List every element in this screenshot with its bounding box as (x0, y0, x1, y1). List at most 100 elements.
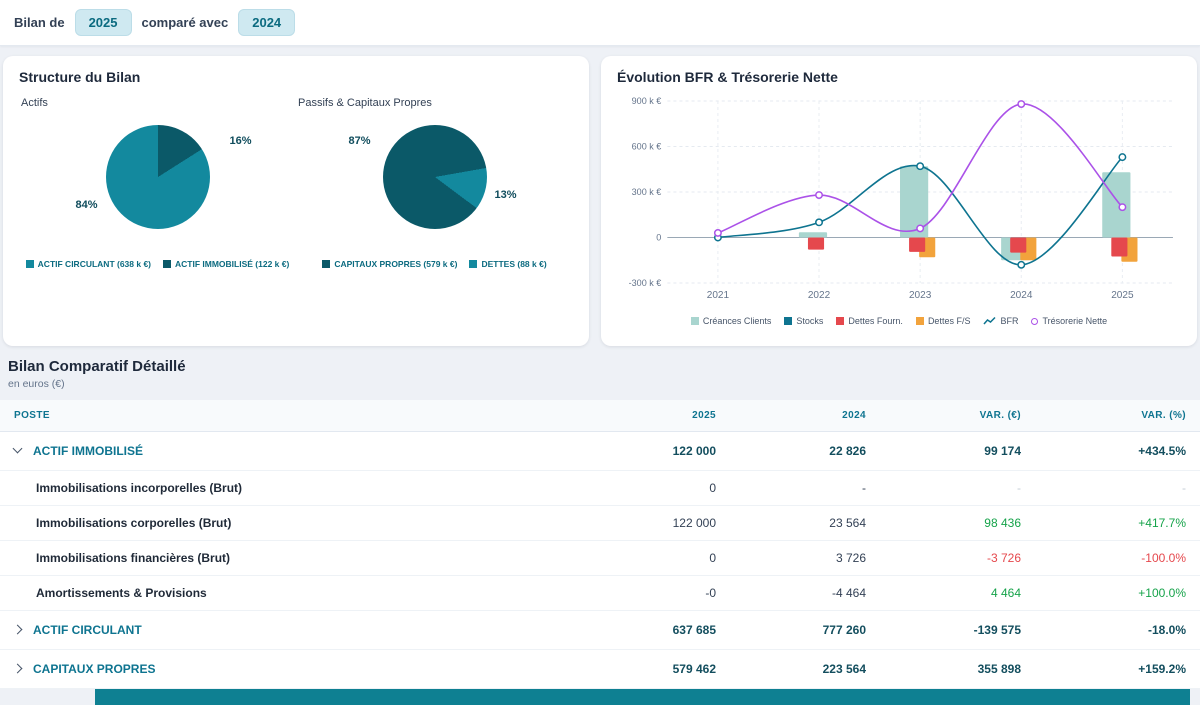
cell-poste: Immobilisations corporelles (Brut) (0, 506, 570, 541)
bilan-comparatif-section: Bilan Comparatif Détaillé en euros (€) P… (0, 358, 1200, 705)
pie-chart-actifs[interactable] (106, 125, 210, 229)
poste-label: ACTIF CIRCULANT (33, 623, 142, 637)
pie-legend-actifs: ACTIF CIRCULANT (638 k €) ACTIF IMMOBILIS… (19, 259, 296, 269)
cell-poste[interactable]: ACTIF IMMOBILISÉ (0, 432, 570, 471)
cards-row: Structure du Bilan Actifs 84%16% ACTIF C… (0, 46, 1200, 346)
header-2025: 2025 (570, 400, 730, 432)
cell-poste[interactable]: CAPITAUX PROPRES (0, 650, 570, 689)
cell-var-eur: 99 174 (880, 432, 1035, 471)
cell-var-pct: -100.0% (1035, 541, 1200, 576)
cell-var-eur: -3 726 (880, 541, 1035, 576)
table-row-partial[interactable] (95, 689, 1190, 705)
pie-value-label: 13% (495, 189, 517, 201)
cell-poste[interactable]: ACTIF CIRCULANT (0, 611, 570, 650)
legend-label: Dettes Fourn. (848, 316, 903, 326)
svg-text:2022: 2022 (808, 290, 831, 301)
legend-label: Dettes F/S (928, 316, 971, 326)
cell-poste: Immobilisations incorporelles (Brut) (0, 471, 570, 506)
cell-2025: 0 (570, 471, 730, 506)
legend-item: DETTES (88 k €) (469, 259, 546, 269)
svg-text:2024: 2024 (1010, 290, 1033, 301)
legend-item: Trésorerie Nette (1031, 316, 1107, 326)
bfr-legend: Créances Clients Stocks Dettes Fourn. Dette… (617, 316, 1181, 326)
legend-label: DETTES (88 k €) (481, 259, 546, 269)
structure-card-title: Structure du Bilan (19, 69, 573, 85)
legend-item: ACTIF CIRCULANT (638 k €) (26, 259, 151, 269)
bfr-evolution-card: Évolution BFR & Trésorerie Nette 900 k €… (601, 56, 1197, 346)
legend-item: Dettes F/S (916, 316, 971, 326)
pie-panel-passifs: Passifs & Capitaux Propres 87%13% CAPITA… (296, 87, 573, 269)
filter-bar: Bilan de 2025 comparé avec 2024 (0, 0, 1200, 46)
legend-swatch-icon (26, 260, 34, 268)
poste-label: ACTIF IMMOBILISÉ (33, 444, 143, 458)
cell-var-pct: -18.0% (1035, 611, 1200, 650)
circle-marker-icon (1031, 318, 1038, 325)
chevron-right-icon[interactable] (13, 625, 23, 635)
bfr-chart-svg[interactable]: 900 k €600 k €300 k €0-300 k €2021202220… (617, 93, 1181, 305)
header-2024: 2024 (730, 400, 880, 432)
trend-line-icon (983, 316, 996, 326)
svg-text:300 k €: 300 k € (632, 187, 662, 197)
legend-swatch-icon (163, 260, 171, 268)
cell-var-eur: 4 464 (880, 576, 1035, 611)
svg-text:2025: 2025 (1111, 290, 1134, 301)
table-group-row[interactable]: CAPITAUX PROPRES579 462223 564355 898+15… (0, 650, 1200, 689)
bilan-table: POSTE 2025 2024 VAR. (€) VAR. (%) ACTIF … (0, 400, 1200, 689)
pie-wrap: 84%16% (106, 125, 210, 229)
table-group-row[interactable]: ACTIF IMMOBILISÉ122 00022 82699 174+434.… (0, 432, 1200, 471)
filter-label-prefix: Bilan de (14, 15, 65, 30)
cell-2024: 777 260 (730, 611, 880, 650)
poste-label: Immobilisations corporelles (Brut) (36, 516, 231, 530)
legend-item: Dettes Fourn. (836, 316, 903, 326)
svg-text:2023: 2023 (909, 290, 932, 301)
legend-label: ACTIF IMMOBILISÉ (122 k €) (175, 259, 289, 269)
table-group-row[interactable]: ACTIF CIRCULANT637 685777 260-139 575-18… (0, 611, 1200, 650)
legend-swatch-icon (916, 317, 924, 325)
cell-2025: -0 (570, 576, 730, 611)
year-primary-selector[interactable]: 2025 (75, 9, 132, 36)
poste-label: Amortissements & Provisions (36, 586, 207, 600)
legend-item: Stocks (784, 316, 823, 326)
legend-label: Créances Clients (703, 316, 772, 326)
legend-swatch-icon (691, 317, 699, 325)
legend-label: BFR (1000, 316, 1018, 326)
pie-chart-passifs[interactable] (383, 125, 487, 229)
header-poste: POSTE (0, 400, 570, 432)
header-var-eur: VAR. (€) (880, 400, 1035, 432)
poste-label: Immobilisations incorporelles (Brut) (36, 481, 242, 495)
legend-label: CAPITAUX PROPRES (579 k €) (334, 259, 457, 269)
cell-var-pct: +159.2% (1035, 650, 1200, 689)
legend-swatch-icon (469, 260, 477, 268)
cell-2024: -4 464 (730, 576, 880, 611)
svg-text:-300 k €: -300 k € (629, 278, 662, 288)
legend-item: BFR (983, 316, 1018, 326)
cell-var-pct: +417.7% (1035, 506, 1200, 541)
cell-2024: 3 726 (730, 541, 880, 576)
legend-item: ACTIF IMMOBILISÉ (122 k €) (163, 259, 289, 269)
cell-var-eur: -139 575 (880, 611, 1035, 650)
cell-2025: 0 (570, 541, 730, 576)
table-subtitle: en euros (€) (8, 378, 1200, 390)
cell-var-eur: - (880, 471, 1035, 506)
pie-wrap: 87%13% (383, 125, 487, 229)
cell-var-eur: 98 436 (880, 506, 1035, 541)
chevron-down-icon[interactable] (13, 444, 23, 454)
table-row: Immobilisations financières (Brut)03 726… (0, 541, 1200, 576)
cell-2025: 579 462 (570, 650, 730, 689)
header-var-pct: VAR. (%) (1035, 400, 1200, 432)
legend-swatch-icon (836, 317, 844, 325)
structure-bilan-card: Structure du Bilan Actifs 84%16% ACTIF C… (3, 56, 589, 346)
year-secondary-selector[interactable]: 2024 (238, 9, 295, 36)
pie-value-label: 84% (76, 199, 98, 211)
pies-row: Actifs 84%16% ACTIF CIRCULANT (638 k €)A… (19, 87, 573, 269)
cell-poste: Amortissements & Provisions (0, 576, 570, 611)
chevron-right-icon[interactable] (13, 664, 23, 674)
cell-poste: Immobilisations financières (Brut) (0, 541, 570, 576)
cell-var-pct: - (1035, 471, 1200, 506)
legend-label: Stocks (796, 316, 823, 326)
table-row: Immobilisations corporelles (Brut)122 00… (0, 506, 1200, 541)
pie-value-label: 87% (349, 135, 371, 147)
cell-var-pct: +434.5% (1035, 432, 1200, 471)
pie-legend-passifs: CAPITAUX PROPRES (579 k €) DETTES (88 k €… (296, 259, 573, 269)
legend-swatch-icon (784, 317, 792, 325)
